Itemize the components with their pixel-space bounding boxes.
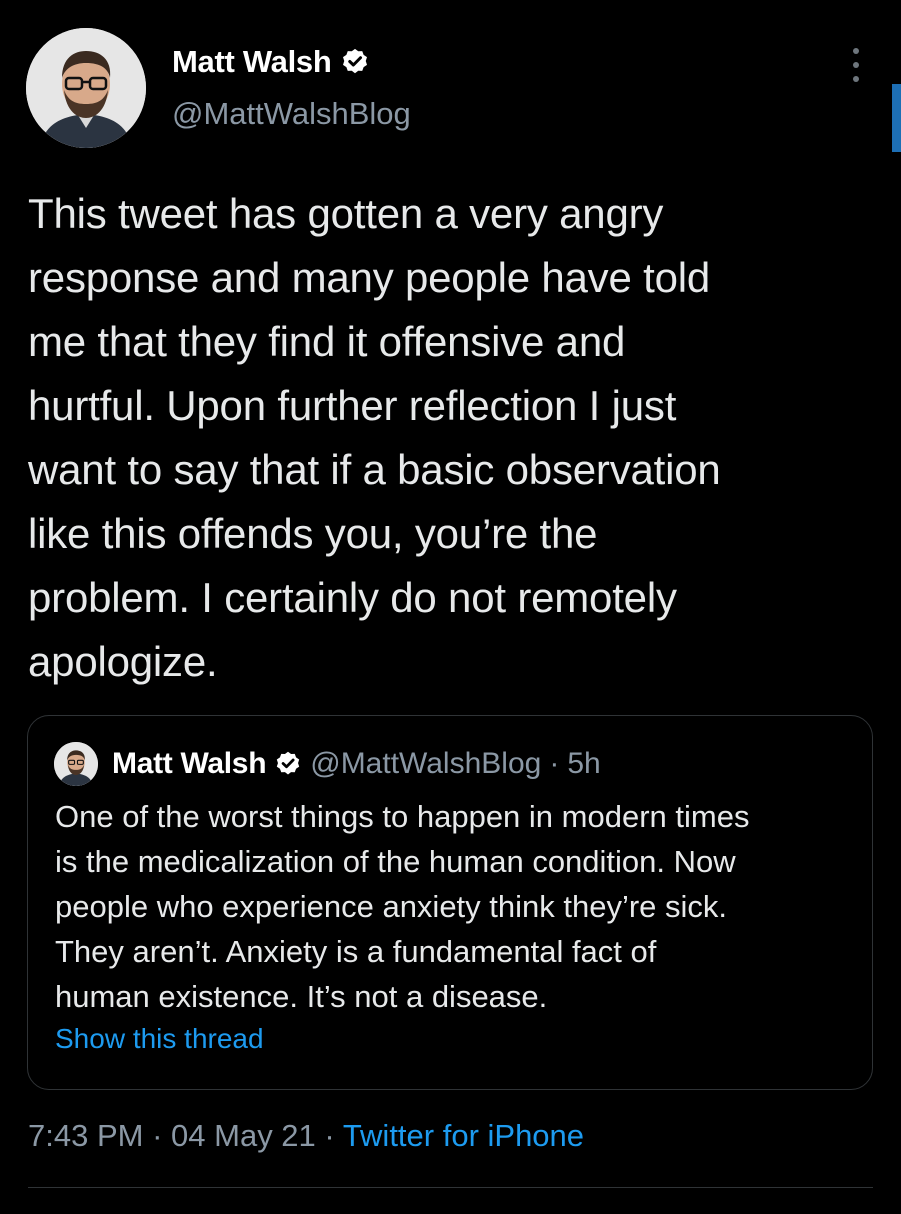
dot	[853, 76, 859, 82]
dot	[853, 62, 859, 68]
tweet-time: 7:43 PM	[28, 1118, 144, 1153]
quoted-tweet-header: Matt Walsh @MattWalshBlog · 5h	[54, 742, 601, 786]
more-options-icon[interactable]	[846, 48, 866, 82]
show-thread-link[interactable]: Show this thread	[55, 1023, 264, 1055]
tweet-date: 04 May 21	[171, 1118, 316, 1153]
author-display-name[interactable]: Matt Walsh	[172, 44, 332, 80]
tweet-detail: Matt Walsh @MattWalshBlog This tweet has…	[0, 0, 901, 1214]
verified-badge-icon	[340, 47, 370, 77]
dot	[853, 48, 859, 54]
person-avatar-icon	[26, 28, 146, 148]
tweet-source-link[interactable]: Twitter for iPhone	[343, 1118, 584, 1153]
person-avatar-icon	[54, 742, 98, 786]
author-name-row: Matt Walsh	[172, 42, 411, 82]
verified-badge-icon	[274, 750, 302, 778]
tweet-text: This tweet has gotten a very angry respo…	[28, 190, 721, 685]
author-avatar[interactable]	[26, 28, 146, 148]
divider	[28, 1187, 873, 1188]
quoted-author-avatar	[54, 742, 98, 786]
tweet-metadata: 7:43 PM · 04 May 21 · Twitter for iPhone	[28, 1118, 584, 1154]
author-info: Matt Walsh @MattWalshBlog	[172, 42, 411, 132]
separator-dot: ·	[324, 1118, 335, 1153]
quoted-author-name: Matt Walsh	[112, 747, 267, 780]
quoted-tweet-time: 5h	[567, 747, 601, 780]
separator-dot: ·	[549, 747, 560, 780]
quoted-author-handle: @MattWalshBlog	[310, 747, 542, 780]
author-handle[interactable]: @MattWalshBlog	[172, 96, 411, 132]
quoted-tweet-text: One of the worst things to happen in mod…	[55, 799, 750, 1014]
separator-dot: ·	[152, 1118, 163, 1153]
quoted-tweet-card[interactable]: Matt Walsh @MattWalshBlog · 5h One of th…	[27, 715, 873, 1090]
scrollbar-thumb[interactable]	[892, 84, 901, 152]
